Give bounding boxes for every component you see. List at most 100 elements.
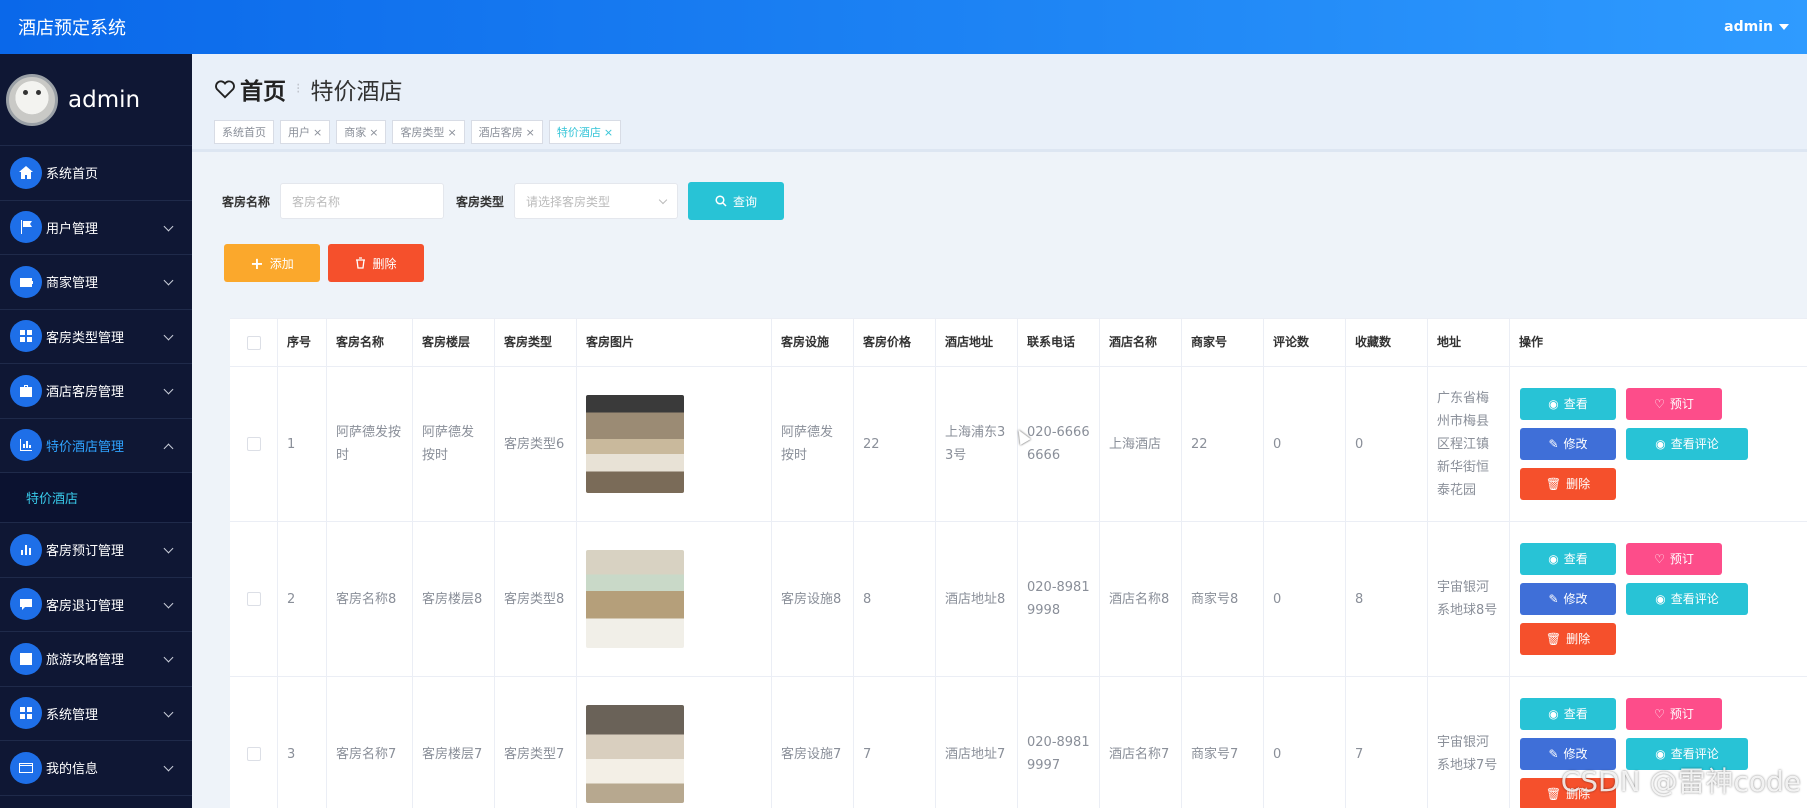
cell-ops: ◉ 查看 ♡ 预订 ✎ 修改 ◉ 查看评论 🗑 删除: [1510, 367, 1801, 521]
sidebar-item-my-info[interactable]: 我的信息: [0, 741, 192, 796]
column-header[interactable]: 酒店地址: [936, 319, 1018, 366]
sidebar-item-users[interactable]: 用户管理: [0, 201, 192, 255]
row-delete-button[interactable]: 🗑 删除: [1520, 623, 1616, 655]
view-button[interactable]: ◉ 查看: [1520, 543, 1616, 575]
user-menu[interactable]: admin: [1724, 19, 1789, 35]
view-reviews-button[interactable]: ◉ 查看评论: [1626, 583, 1748, 615]
grid-icon: [10, 320, 42, 353]
sidebar-item-merchants[interactable]: 商家管理: [0, 255, 192, 310]
book-button[interactable]: ♡ 预订: [1626, 698, 1722, 730]
sidebar-item-label: 客房类型管理: [46, 330, 125, 346]
data-table: 序号 客房名称 客房楼层 客房类型 客房图片 客房设施 客房价格 酒店地址 联系…: [230, 318, 1807, 808]
book-button[interactable]: ♡ 预订: [1626, 543, 1722, 575]
close-icon[interactable]: ×: [526, 126, 535, 139]
cell-floor: 客房楼层8: [413, 522, 495, 676]
column-header[interactable]: 评论数: [1264, 319, 1346, 366]
chevron-down-icon: [163, 221, 174, 231]
trash-icon: 🗑: [1545, 476, 1562, 491]
room-image[interactable]: [586, 395, 684, 493]
sidebar-item-cancellations[interactable]: 客房退订管理: [0, 578, 192, 632]
row-checkbox[interactable]: [246, 592, 261, 606]
sidebar-item-travel-guides[interactable]: 旅游攻略管理: [0, 632, 192, 687]
room-name-label: 客房名称: [222, 194, 271, 209]
room-name-input[interactable]: 客房名称: [280, 183, 445, 219]
column-header[interactable]: 客房楼层: [413, 319, 495, 366]
tag-merchants[interactable]: 商家 ×: [336, 120, 387, 144]
select-all-checkbox[interactable]: [246, 335, 261, 350]
search-icon: [715, 195, 727, 207]
cell-no: 1: [278, 367, 327, 521]
row-checkbox[interactable]: [246, 437, 261, 451]
column-header[interactable]: 客房价格: [854, 319, 936, 366]
column-header[interactable]: 商家号: [1182, 319, 1264, 366]
sidebar-item-home[interactable]: 系统首页: [0, 146, 192, 201]
tag-label: 系统首页: [222, 126, 266, 139]
tag-label: 客房类型: [400, 126, 445, 139]
main-content: 首页 ⁝ 特价酒店 系统首页 用户 × 商家 × 客房类型 × 酒店客房 × 特价酒店 ×…: [192, 54, 1807, 808]
add-button[interactable]: + 添加: [224, 244, 320, 282]
close-icon[interactable]: ×: [604, 126, 613, 139]
sidebar-item-bookings[interactable]: 客房预订管理: [0, 523, 192, 578]
sidebar-item-label: 用户管理: [46, 221, 99, 237]
cell-comments: 0: [1264, 677, 1346, 808]
room-image[interactable]: [586, 705, 684, 803]
cell-hotel-address: 上海浦东33号: [936, 367, 1018, 521]
close-icon[interactable]: ×: [447, 126, 456, 139]
tag-users[interactable]: 用户 ×: [280, 120, 331, 144]
row-checkbox[interactable]: [246, 747, 261, 761]
trash-icon: [356, 257, 366, 269]
cell-comments: 0: [1264, 522, 1346, 676]
wallet-icon: [10, 265, 42, 298]
submenu-item-special-hotel[interactable]: 特价酒店: [0, 473, 192, 523]
room-type-select[interactable]: 请选择客房类型: [514, 183, 679, 219]
edit-button[interactable]: ✎ 修改: [1520, 428, 1616, 460]
edit-label: 修改: [1563, 591, 1588, 606]
column-header[interactable]: 酒店名称: [1100, 319, 1182, 366]
view-button[interactable]: ◉ 查看: [1520, 388, 1616, 420]
cell-type: 客房类型8: [495, 522, 577, 676]
book-button[interactable]: ♡ 预订: [1626, 388, 1722, 420]
select-all-cell: [230, 319, 278, 366]
flag-icon: [10, 211, 42, 244]
tag-room-types[interactable]: 客房类型 ×: [392, 120, 465, 144]
column-header[interactable]: 收藏数: [1346, 319, 1428, 366]
room-image[interactable]: [586, 550, 684, 648]
column-header[interactable]: 联系电话: [1018, 319, 1100, 366]
view-button[interactable]: ◉ 查看: [1520, 698, 1616, 730]
delete-button[interactable]: 删除: [328, 244, 424, 282]
column-header[interactable]: 客房类型: [495, 319, 577, 366]
breadcrumb-home[interactable]: 首页: [214, 72, 286, 106]
view-reviews-label: 查看评论: [1670, 591, 1719, 606]
tag-hotel-rooms[interactable]: 酒店客房 ×: [470, 120, 543, 144]
tag-special-hotels[interactable]: 特价酒店 ×: [548, 120, 622, 144]
search-form: 客房名称 客房名称 客房类型 请选择客房类型 查询: [222, 182, 785, 220]
column-header[interactable]: 地址: [1428, 319, 1510, 366]
user-menu-label: admin: [1724, 19, 1773, 35]
chevron-down-icon: [163, 761, 174, 772]
chevron-down-icon: [163, 543, 174, 554]
sidebar-item-special-hotels[interactable]: 特价酒店管理: [0, 419, 192, 473]
chevron-down-icon: [163, 384, 174, 395]
view-reviews-button[interactable]: ◉ 查看评论: [1626, 428, 1748, 460]
cell-hotel-name: 酒店名称7: [1100, 677, 1182, 808]
sidebar-item-label: 我的信息: [46, 762, 99, 778]
app-title: 酒店预定系统: [18, 18, 126, 39]
column-header[interactable]: 客房名称: [327, 319, 413, 366]
search-button[interactable]: 查询: [688, 182, 785, 220]
cell-favorites: 7: [1346, 677, 1428, 808]
edit-button[interactable]: ✎ 修改: [1520, 583, 1616, 615]
sidebar-item-hotel-rooms[interactable]: 酒店客房管理: [0, 364, 192, 419]
sidebar-item-room-types[interactable]: 客房类型管理: [0, 310, 192, 364]
row-delete-button[interactable]: 🗑 删除: [1520, 468, 1616, 500]
column-header[interactable]: 客房设施: [772, 319, 854, 366]
tag-home[interactable]: 系统首页: [214, 120, 274, 144]
column-header[interactable]: 客房图片: [577, 319, 772, 366]
close-icon[interactable]: ×: [369, 126, 378, 139]
close-icon[interactable]: ×: [313, 126, 322, 139]
cell-no: 2: [278, 522, 327, 676]
column-header[interactable]: 序号: [278, 319, 327, 366]
cell-name: 客房名称7: [327, 677, 413, 808]
view-label: 查看: [1563, 551, 1588, 566]
edit-label: 修改: [1563, 436, 1588, 451]
sidebar-item-system[interactable]: 系统管理: [0, 687, 192, 741]
